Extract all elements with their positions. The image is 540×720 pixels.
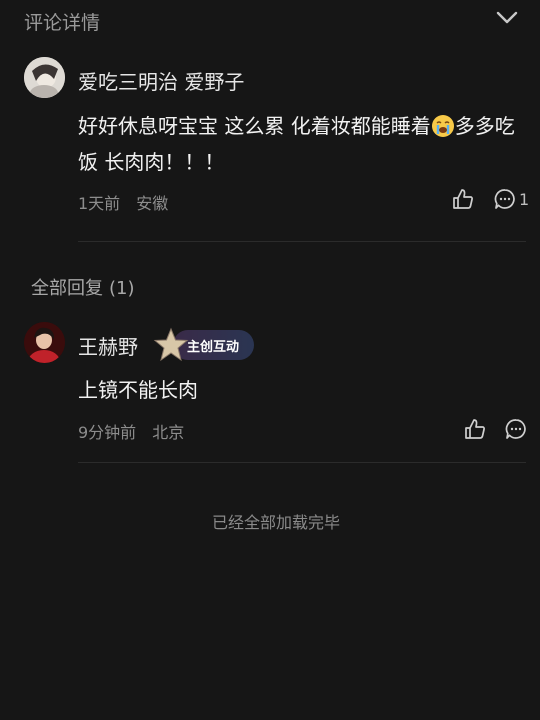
header: 评论详情 <box>0 0 540 40</box>
replies-section-header: 全部回复 (1) <box>31 274 135 300</box>
comment-meta: 1天前 安徽 <box>78 190 168 214</box>
like-icon[interactable] <box>452 188 474 210</box>
crying-face-emoji <box>431 115 454 137</box>
comment-time: 1天前 <box>78 194 121 213</box>
divider <box>78 462 526 463</box>
reply-meta: 9分钟前 北京 <box>78 419 184 443</box>
chevron-down-icon[interactable] <box>496 10 518 26</box>
like-icon[interactable] <box>464 418 486 440</box>
page-title: 评论详情 <box>24 12 101 34</box>
commenter-name[interactable]: 爱吃三明治 爱野子 <box>78 66 244 95</box>
comment-text: 好好休息呀宝宝 这么累 化着妆都能睡着 多多吃饭 长肉肉！！！ <box>78 108 518 180</box>
commenter-avatar[interactable] <box>24 57 65 98</box>
reply-author-avatar[interactable] <box>24 322 65 363</box>
replies-count: (1) <box>109 278 135 299</box>
comment-count: 1 <box>519 190 530 209</box>
load-complete-text: 已经全部加载完毕 <box>211 513 340 532</box>
comment-text-part1: 好好休息呀宝宝 这么累 化着妆都能睡着 <box>78 114 431 138</box>
comment-icon[interactable] <box>494 188 516 210</box>
reply-location: 北京 <box>152 423 185 442</box>
comment-icon[interactable] <box>505 418 527 440</box>
divider <box>78 241 526 242</box>
comment-location: 安徽 <box>136 194 169 213</box>
reply-author-name[interactable]: 王赫野 <box>78 331 138 360</box>
replies-label: 全部回复 <box>31 278 103 299</box>
star-badge-icon <box>153 327 189 362</box>
reply-text: 上镜不能长肉 <box>78 378 198 402</box>
badge-label: 主创互动 <box>187 340 240 355</box>
reply-time: 9分钟前 <box>78 423 137 442</box>
creator-badge: 主创互动 <box>153 327 254 362</box>
